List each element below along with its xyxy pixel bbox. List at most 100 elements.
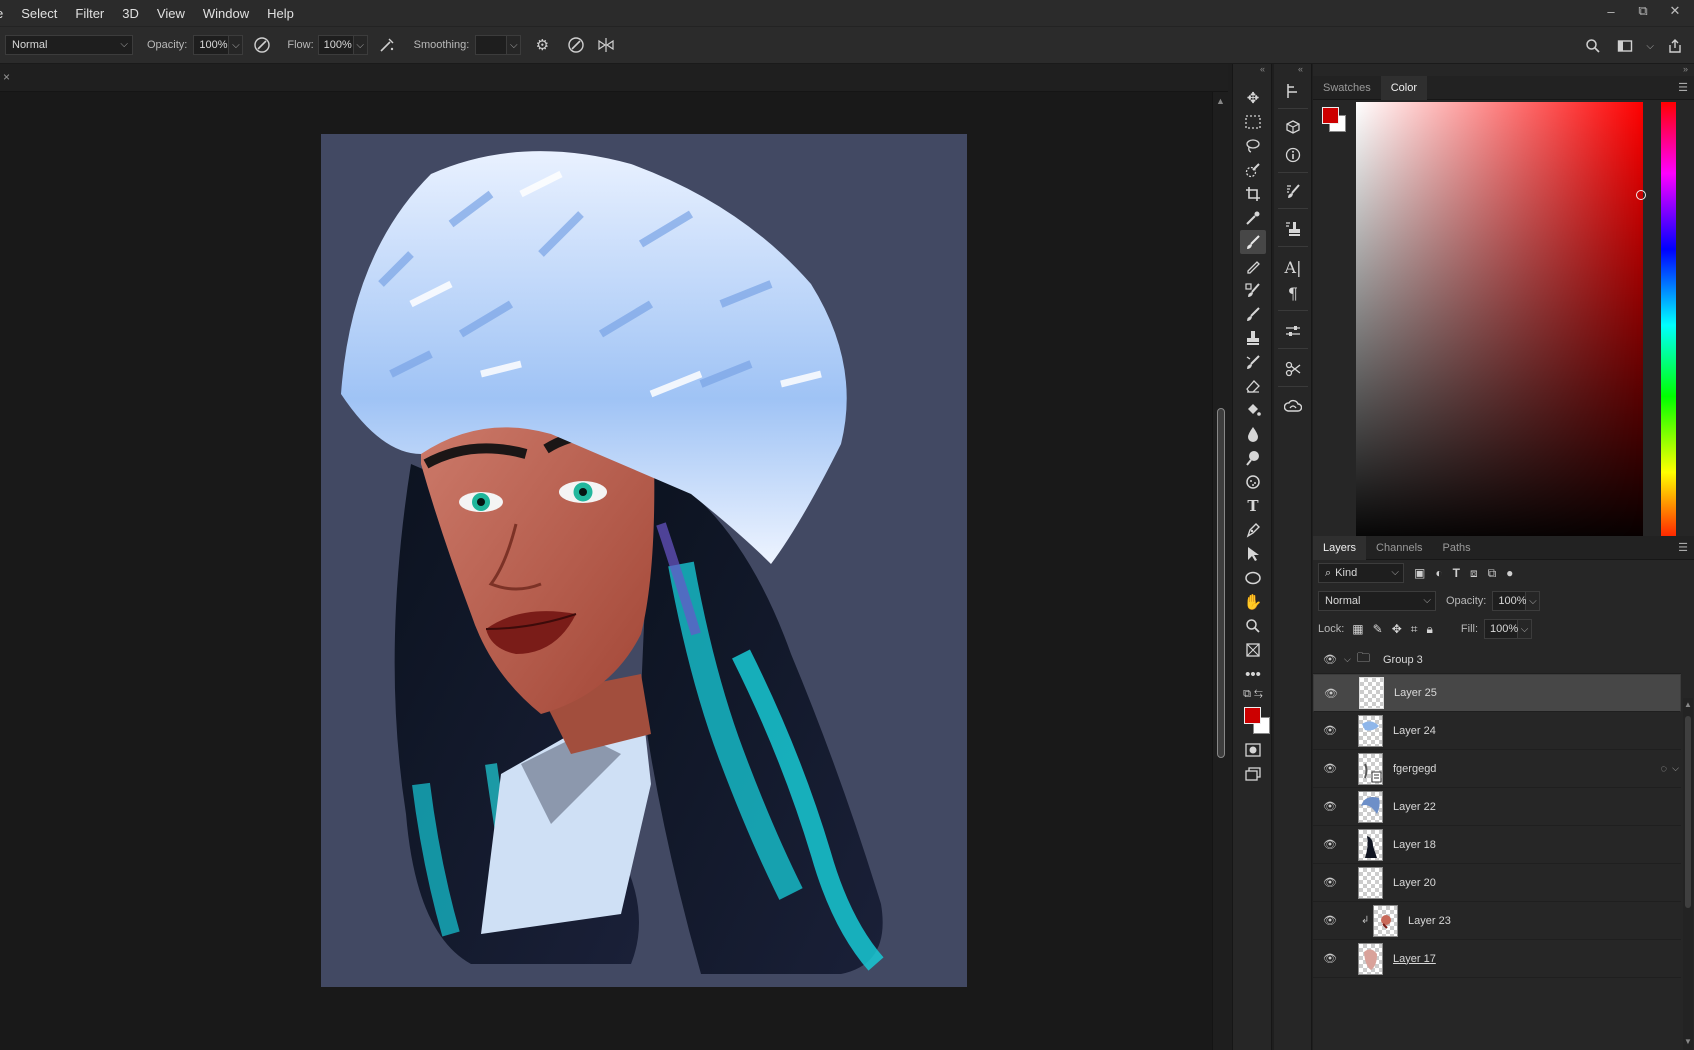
- mixer-brush-icon[interactable]: [1240, 278, 1266, 302]
- path-select-icon[interactable]: [1240, 542, 1266, 566]
- opacity-dropdown[interactable]: ⌵: [229, 35, 244, 55]
- type-filter-icon[interactable]: T: [1453, 566, 1460, 580]
- gear-icon[interactable]: ⚙: [531, 34, 553, 56]
- canvas-vertical-scrollbar[interactable]: ▲: [1212, 92, 1228, 1050]
- search-icon[interactable]: [1582, 35, 1604, 57]
- zoom-icon[interactable]: [1240, 614, 1266, 638]
- smoothing-input[interactable]: [475, 35, 508, 55]
- airbrush-icon[interactable]: [376, 34, 398, 56]
- layer-effects-icon[interactable]: ◌: [1660, 763, 1667, 775]
- lock-artboard-icon[interactable]: ⌗: [1411, 622, 1418, 637]
- character-panel-icon[interactable]: A|: [1280, 254, 1306, 280]
- layers-panel-menu-icon[interactable]: ☰: [1678, 541, 1688, 554]
- collapse-toolbox-icon[interactable]: «: [1260, 64, 1265, 74]
- eye-icon[interactable]: 👁︎: [1322, 876, 1338, 889]
- move-icon[interactable]: ✥: [1240, 86, 1266, 110]
- adjustment-filter-icon[interactable]: ◐: [1435, 566, 1442, 580]
- opacity-input[interactable]: 100%: [193, 35, 230, 55]
- layer-row[interactable]: 👁︎ Layer 20: [1313, 864, 1681, 902]
- pressure-opacity-icon[interactable]: [251, 34, 273, 56]
- minimize-button[interactable]: –: [1602, 4, 1620, 19]
- menu-item-select[interactable]: Select: [12, 6, 66, 21]
- layer-row[interactable]: 👁︎ Layer 25: [1313, 674, 1681, 712]
- marquee-icon[interactable]: [1240, 110, 1266, 134]
- tab-swatches[interactable]: Swatches: [1313, 76, 1381, 100]
- eye-icon[interactable]: 👁︎: [1322, 914, 1338, 927]
- history-brush-icon[interactable]: [1240, 302, 1266, 326]
- chevron-down-icon[interactable]: ⌵: [1344, 654, 1351, 665]
- lock-pixels-icon[interactable]: ✎: [1373, 622, 1383, 636]
- art-history-icon[interactable]: [1240, 350, 1266, 374]
- scrollbar-thumb[interactable]: [1217, 408, 1225, 758]
- pencil-icon[interactable]: [1240, 254, 1266, 278]
- fill-dropdown[interactable]: ⌵: [1518, 619, 1533, 639]
- color-field[interactable]: [1356, 102, 1643, 548]
- layers-scrollbar-thumb[interactable]: [1685, 716, 1691, 908]
- symmetry-icon[interactable]: [595, 34, 617, 56]
- eye-icon[interactable]: 👁︎: [1322, 800, 1338, 813]
- layer-row[interactable]: 👁︎ fgergegd ◌ ⌵: [1313, 750, 1681, 788]
- type-icon[interactable]: T: [1240, 494, 1266, 518]
- smoothing-dropdown[interactable]: ⌵: [507, 35, 522, 55]
- tool-presets-icon[interactable]: [1280, 356, 1306, 382]
- lock-transparency-icon[interactable]: ▦: [1352, 622, 1363, 636]
- close-window-button[interactable]: ✕: [1666, 3, 1684, 19]
- layer-group-row[interactable]: 👁︎ ⌵ 🗀 Group 3: [1313, 646, 1681, 674]
- scroll-up-icon[interactable]: ▲: [1216, 96, 1225, 106]
- layer-filter-select[interactable]: ⌕ Kind ⌵: [1318, 563, 1404, 583]
- collapse-panels-icon[interactable]: »: [1683, 64, 1688, 74]
- clone-stamp-icon[interactable]: [1240, 326, 1266, 350]
- eye-icon[interactable]: 👁︎: [1322, 762, 1338, 775]
- history-panel-icon[interactable]: [1280, 78, 1306, 104]
- fill-input[interactable]: 100%: [1484, 619, 1518, 639]
- layer-opacity-input[interactable]: 100%: [1492, 591, 1527, 611]
- workspace-icon[interactable]: [1614, 35, 1636, 57]
- layer-row[interactable]: 👁︎ Layer 18: [1313, 826, 1681, 864]
- tab-color[interactable]: Color: [1380, 75, 1427, 100]
- eye-icon[interactable]: 👁︎: [1322, 838, 1338, 851]
- paragraph-panel-icon[interactable]: ¶: [1280, 280, 1306, 306]
- workspace-chevron-icon[interactable]: ⌵: [1646, 41, 1654, 52]
- brush-settings-icon[interactable]: [1280, 178, 1306, 204]
- pen-icon[interactable]: [1240, 518, 1266, 542]
- frame-icon[interactable]: [1240, 638, 1266, 662]
- layer-row[interactable]: 👁︎ Layer 24: [1313, 712, 1681, 750]
- pixel-filter-icon[interactable]: ▣: [1414, 566, 1425, 580]
- 3d-panel-icon[interactable]: [1280, 114, 1306, 140]
- artwork-canvas[interactable]: [321, 134, 967, 987]
- menu-item-window[interactable]: Window: [194, 6, 258, 21]
- hand-icon[interactable]: ✋: [1240, 590, 1266, 614]
- panel-menu-icon[interactable]: ☰: [1678, 81, 1688, 94]
- screen-mode-icon[interactable]: [1240, 762, 1266, 786]
- foreground-color-swatch[interactable]: [1244, 707, 1261, 724]
- smart-object-filter-icon[interactable]: ⧉: [1488, 566, 1497, 581]
- collapse-dock-icon[interactable]: «: [1298, 64, 1303, 74]
- layer-row[interactable]: 👁︎ Layer 22: [1313, 788, 1681, 826]
- scroll-up-icon[interactable]: ▲: [1684, 700, 1692, 709]
- flow-input[interactable]: 100%: [317, 35, 354, 55]
- blur-icon[interactable]: [1240, 422, 1266, 446]
- tab-channels[interactable]: Channels: [1366, 536, 1432, 560]
- filter-toggle-icon[interactable]: ●: [1506, 566, 1513, 580]
- tab-paths[interactable]: Paths: [1433, 536, 1481, 560]
- sponge-icon[interactable]: [1240, 470, 1266, 494]
- clone-source-icon[interactable]: [1280, 216, 1306, 242]
- share-icon[interactable]: [1664, 35, 1686, 57]
- quick-select-icon[interactable]: [1240, 158, 1266, 182]
- brush-mode-select[interactable]: Normal ⌵: [5, 35, 133, 55]
- libraries-icon[interactable]: [1280, 394, 1306, 420]
- ellipse-icon[interactable]: [1240, 566, 1266, 590]
- flow-dropdown[interactable]: ⌵: [353, 35, 368, 55]
- tab-layers[interactable]: Layers: [1313, 535, 1367, 560]
- adjustments-icon[interactable]: [1280, 318, 1306, 344]
- close-document-icon[interactable]: ×: [3, 70, 10, 84]
- lasso-icon[interactable]: [1240, 134, 1266, 158]
- lock-position-icon[interactable]: ✥: [1392, 622, 1402, 636]
- shape-filter-icon[interactable]: ⧈: [1470, 566, 1478, 581]
- lock-all-icon[interactable]: 🔒︎: [1427, 622, 1433, 637]
- eyedropper-icon[interactable]: [1240, 206, 1266, 230]
- eye-icon[interactable]: 👁︎: [1322, 952, 1338, 965]
- pressure-size-icon[interactable]: [565, 34, 587, 56]
- layer-opacity-dropdown[interactable]: ⌵: [1526, 591, 1541, 611]
- brush-icon[interactable]: [1240, 230, 1266, 254]
